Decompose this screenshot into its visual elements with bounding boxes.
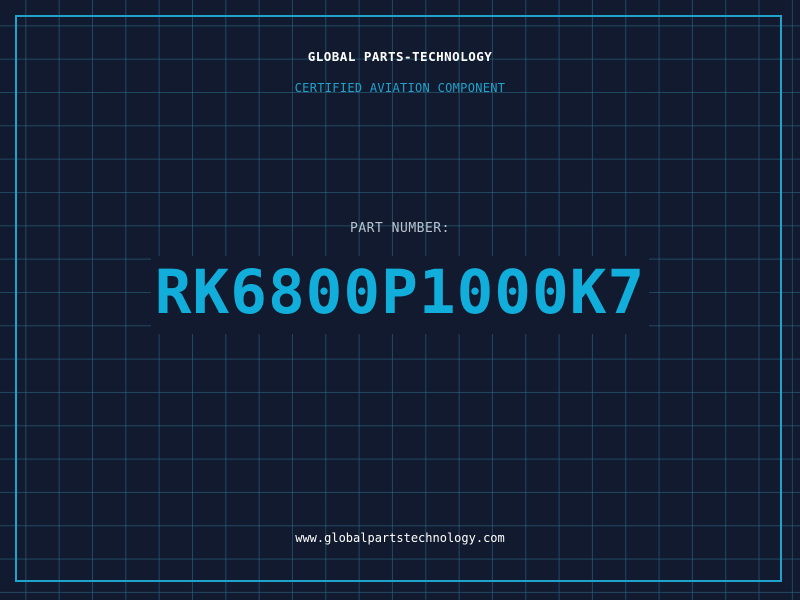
website-url[interactable]: www.globalpartstechnology.com xyxy=(0,531,800,545)
part-label-card: GLOBAL PARTS-TECHNOLOGY CERTIFIED AVIATI… xyxy=(0,0,800,600)
company-name: GLOBAL PARTS-TECHNOLOGY xyxy=(307,49,493,64)
part-number-value: RK6800P1000K7 xyxy=(150,256,650,334)
part-number-container: RK6800P1000K7 xyxy=(0,256,800,334)
certification-subtitle: CERTIFIED AVIATION COMPONENT xyxy=(294,81,506,95)
part-number-label: PART NUMBER: xyxy=(350,221,450,236)
